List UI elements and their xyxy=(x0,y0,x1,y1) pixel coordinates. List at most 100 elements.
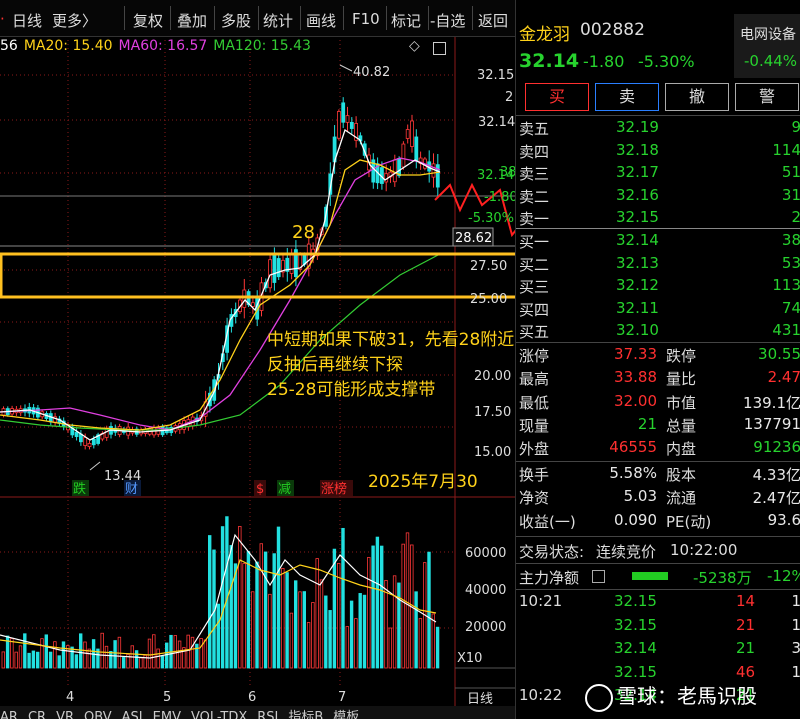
ma5-legend: 56 xyxy=(0,38,18,54)
volume-bar xyxy=(40,638,44,669)
stat-row: 最低 32.00 市值 139.1亿 xyxy=(518,392,800,413)
volume-bar xyxy=(268,593,272,669)
list-icon[interactable] xyxy=(592,570,605,583)
month-tick-5: 5 xyxy=(163,690,171,705)
volume-bar xyxy=(199,638,203,669)
btn-stats[interactable]: 统计 xyxy=(263,10,293,31)
volume-bar xyxy=(1,651,5,669)
volume-bar xyxy=(27,652,31,669)
divider xyxy=(516,563,800,564)
divider xyxy=(516,115,800,116)
volume-bar xyxy=(18,645,23,669)
volume-bar xyxy=(405,532,410,669)
btn-draw[interactable]: 画线 xyxy=(306,10,336,31)
btn-multi[interactable]: 多股 xyxy=(221,10,251,31)
axis-label-2: 32.14 xyxy=(478,115,515,130)
legend-toggle-icon[interactable]: ◇ xyxy=(409,38,420,54)
tick-count: 1 xyxy=(791,662,800,681)
volume-bar xyxy=(36,651,40,669)
ask-volume: 2 xyxy=(791,208,800,227)
stock-change-pct: -5.30% xyxy=(638,52,695,71)
marker-die[interactable]: 跌 xyxy=(73,481,86,497)
alert-button[interactable]: 警 xyxy=(735,83,799,111)
tab-asi[interactable]: ASI xyxy=(122,710,143,719)
sell-button[interactable]: 卖 xyxy=(595,83,659,111)
tab-obv[interactable]: OBV xyxy=(84,710,112,719)
bid-price: 32.14 xyxy=(616,231,659,249)
tab-template[interactable]: 模板 xyxy=(333,710,359,719)
stat-value: 2.47 xyxy=(767,368,800,387)
stat-key: 市值 xyxy=(666,393,697,412)
toolbar-sep xyxy=(170,6,171,30)
vol-axis-3: X10 xyxy=(457,651,482,666)
volume-bar xyxy=(220,526,225,669)
btn-overlay[interactable]: 叠加 xyxy=(177,10,207,31)
tick-time: 10:22 xyxy=(519,686,563,704)
volume-bar xyxy=(147,638,152,669)
volume-bar xyxy=(371,545,375,669)
candle-body xyxy=(392,159,397,183)
ask-volume: 9 xyxy=(791,118,800,136)
axis-label-10: 17.50 xyxy=(474,405,511,420)
volume-bar xyxy=(186,634,190,669)
candle-body xyxy=(242,289,247,308)
btn-adjust[interactable]: 复权 xyxy=(133,10,163,31)
buy-button[interactable]: 买 xyxy=(525,83,589,111)
volume-bar xyxy=(354,618,358,669)
btn-back[interactable]: 返回 xyxy=(478,10,508,31)
stock-name: 金龙羽 xyxy=(519,25,570,45)
bid-row: 买五 32.10 431 xyxy=(518,321,800,342)
stat-key: 净资 xyxy=(519,489,550,508)
ask-volume: 31 xyxy=(781,185,800,204)
ask-price: 32.17 xyxy=(616,163,659,182)
tab-ar[interactable]: AR xyxy=(0,710,18,719)
stat-row: 涨停 37.33 跌停 30.55 xyxy=(518,345,800,366)
bid-row: 买二 32.13 53 xyxy=(518,254,800,275)
marker-zhangbang[interactable]: 涨榜 xyxy=(321,481,347,497)
stat-value: 2.47亿 xyxy=(752,489,800,508)
volume-bar xyxy=(152,634,156,669)
btn-mark[interactable]: 标记 xyxy=(391,10,421,31)
volume-bar xyxy=(190,636,195,669)
ask-row: 卖二 32.16 31 xyxy=(518,186,800,207)
tab-daily[interactable]: 日线 xyxy=(12,10,42,31)
tab-cr[interactable]: CR xyxy=(28,710,46,719)
volume-bar xyxy=(414,591,418,669)
legend-settings-icon[interactable] xyxy=(433,42,446,55)
ask-price: 32.19 xyxy=(616,118,659,136)
tab-vol-tdx[interactable]: VOL-TDX xyxy=(191,710,247,719)
tab-more[interactable]: 更多〉 xyxy=(52,10,97,31)
marker-cai[interactable]: 财 xyxy=(125,482,138,497)
ask-label: 卖一 xyxy=(519,210,550,229)
volume-bar xyxy=(272,553,276,669)
divider xyxy=(516,228,800,229)
candle-body xyxy=(414,136,419,162)
tab-rsi[interactable]: RSI xyxy=(257,710,278,719)
divider xyxy=(516,342,800,343)
candle-body xyxy=(336,111,341,139)
volume-bar xyxy=(427,551,431,669)
volume-bar xyxy=(263,551,268,669)
tab-emv[interactable]: EMV xyxy=(153,710,181,719)
btn-f10[interactable]: F10 xyxy=(352,10,380,28)
stat-value: 137791 xyxy=(743,414,800,433)
volume-bar xyxy=(315,558,319,669)
candle-body xyxy=(87,443,92,447)
stat-row: 净资 5.03 流通 2.47亿 xyxy=(518,487,800,508)
marker-dollar[interactable]: $ xyxy=(256,482,264,497)
toolbar-sep xyxy=(258,6,259,30)
ask-label: 卖五 xyxy=(519,120,550,138)
volume-bar xyxy=(388,627,392,669)
volume-bar xyxy=(319,579,324,669)
period-tab[interactable]: 日线 xyxy=(467,692,493,707)
cancel-order-button[interactable]: 撤 xyxy=(665,83,729,111)
volume-bar xyxy=(345,626,349,669)
volume-bar xyxy=(87,648,91,669)
marker-jian[interactable]: 减 xyxy=(278,482,291,497)
kline-chart[interactable]: 40.82 13.44 32.15 2 32.14 38 32.14 -1.80… xyxy=(0,0,515,719)
btn-watchlist[interactable]: -自选 xyxy=(430,10,465,31)
tab-vr[interactable]: VR xyxy=(56,710,74,719)
annotation-line3: 25-28可能形成支撑带 xyxy=(267,380,436,400)
ma-legend: 56 MA20: 15.40 MA60: 16.57 MA120: 15.43 xyxy=(0,38,317,58)
tab-indicator-b[interactable]: 指标B xyxy=(288,710,323,719)
